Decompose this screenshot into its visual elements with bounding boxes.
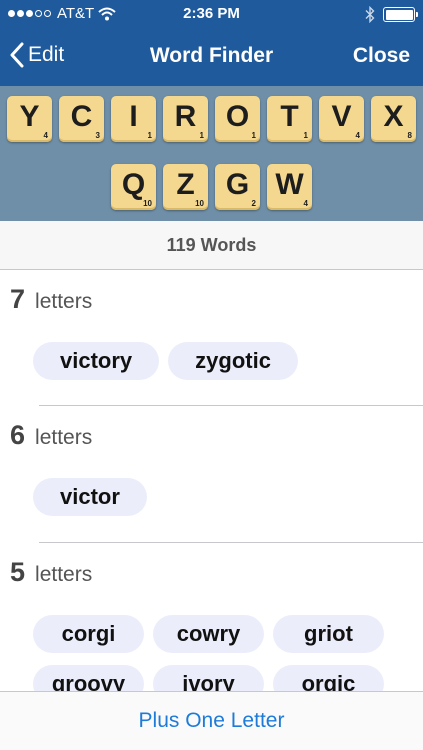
word-chips: victory zygotic — [33, 342, 413, 380]
section-header: 7 letters — [10, 284, 92, 315]
word-chips: victor — [33, 478, 413, 516]
word-chip[interactable]: corgi — [33, 615, 144, 653]
letter-tile[interactable]: I1 — [111, 96, 156, 142]
tile-letter: C — [70, 100, 93, 133]
letter-tile[interactable]: Z 10 — [163, 164, 208, 210]
nav-bar: Edit Word Finder Close — [0, 30, 423, 86]
section-label: letters — [35, 426, 93, 449]
word-chip[interactable]: zygotic — [168, 342, 298, 380]
tile-row: Y4C3I1R1O1T1V4X8 — [0, 96, 423, 142]
letter-tile-tray: Y4C3I1R1O1T1V4X8 Q 10 Z 10 G 2 W 4 — [0, 86, 423, 221]
close-button[interactable]: Close — [353, 44, 410, 68]
tile-letter: O — [225, 100, 250, 133]
letter-tile[interactable]: C3 — [59, 96, 104, 142]
section-label: letters — [35, 563, 93, 586]
word-chip[interactable]: ivory — [153, 665, 264, 691]
tile-letter: Y — [19, 100, 40, 133]
section-letter-count: 5 — [10, 557, 26, 587]
tile-point-value: 10 — [143, 199, 152, 208]
tile-point-value: 1 — [251, 131, 256, 140]
chevron-left-icon — [10, 42, 24, 68]
tile-letter: Z — [176, 168, 195, 201]
tile-letter: T — [280, 100, 299, 133]
bottom-toolbar: Plus One Letter — [0, 691, 423, 750]
tile-point-value: 4 — [43, 131, 48, 140]
word-chip[interactable]: orgic — [273, 665, 384, 691]
bluetooth-icon — [365, 6, 375, 23]
section-letter-count: 6 — [10, 420, 26, 450]
plus-one-letter-button[interactable]: Plus One Letter — [139, 709, 285, 733]
status-right — [365, 6, 418, 23]
edit-back-button[interactable]: Edit — [10, 42, 64, 68]
tile-point-value: 1 — [303, 131, 308, 140]
word-chip[interactable]: cowry — [153, 615, 264, 653]
letter-tile[interactable]: G2 — [215, 164, 260, 210]
tile-row: Q 10 Z 10 G 2 W 4 — [0, 164, 423, 210]
status-time: 2:36 PM — [183, 5, 240, 22]
section-label: letters — [35, 290, 93, 313]
word-chip[interactable]: victory — [33, 342, 160, 380]
word-chip[interactable]: groovy — [33, 665, 144, 691]
tile-point-value: 2 — [251, 199, 256, 208]
word-chips: corgi cowry griot groovy ivory orgic — [33, 615, 413, 691]
tile-letter: X — [383, 100, 404, 133]
section-divider — [39, 405, 423, 406]
tile-letter: R — [174, 100, 197, 133]
letter-tile[interactable]: W4 — [267, 164, 312, 210]
tile-letter: I — [129, 100, 138, 133]
tile-letter: G — [225, 168, 250, 201]
tile-point-value: 4 — [355, 131, 360, 140]
letter-tile[interactable]: O1 — [215, 96, 260, 142]
letter-tile[interactable]: R1 — [163, 96, 208, 142]
word-chip[interactable]: griot — [273, 615, 384, 653]
tile-point-value: 3 — [95, 131, 100, 140]
edit-label: Edit — [28, 43, 65, 66]
section-header: 6 letters — [10, 420, 92, 451]
tile-letter: V — [331, 100, 352, 133]
word-count: 119 Words — [0, 221, 423, 270]
section-divider — [39, 542, 423, 543]
tile-point-value: 1 — [199, 131, 204, 140]
letter-tile[interactable]: Q 10 — [111, 164, 156, 210]
tile-point-value: 10 — [195, 199, 204, 208]
battery-icon — [383, 7, 418, 22]
battery-level — [385, 9, 413, 20]
tile-point-value: 1 — [147, 131, 152, 140]
status-bar: AT&T 2:36 PM — [0, 0, 423, 30]
word-chip[interactable]: victor — [33, 478, 147, 516]
letter-tile[interactable]: X8 — [371, 96, 416, 142]
tile-point-value: 8 — [407, 131, 412, 140]
word-list[interactable]: 7 letters victory zygotic 6 letters vict… — [0, 270, 423, 691]
tile-point-value: 4 — [303, 199, 308, 208]
section-header: 5 letters — [10, 557, 92, 588]
section-letter-count: 7 — [10, 284, 26, 314]
letter-tile[interactable]: Y4 — [7, 96, 52, 142]
letter-tile[interactable]: T1 — [267, 96, 312, 142]
tile-letter: W — [275, 168, 304, 201]
letter-tile[interactable]: V4 — [319, 96, 364, 142]
tile-letter: Q — [121, 168, 146, 201]
